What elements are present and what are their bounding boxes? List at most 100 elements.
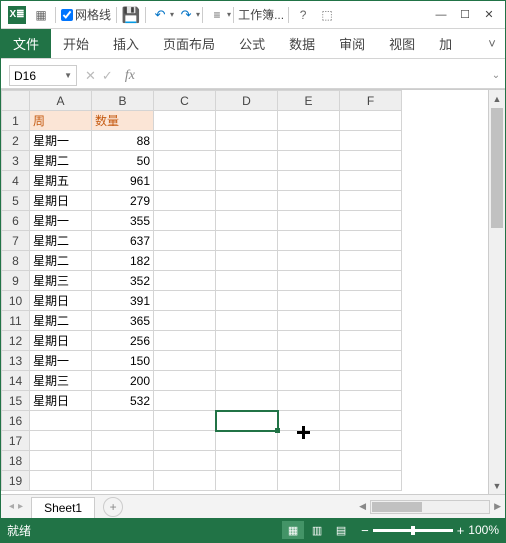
cell-B7[interactable]: 637	[92, 231, 154, 251]
app-switch-icon[interactable]: ▦	[32, 6, 50, 24]
cell-B15[interactable]: 532	[92, 391, 154, 411]
cell-B3[interactable]: 50	[92, 151, 154, 171]
gridlines-check-input[interactable]	[61, 9, 73, 21]
horizontal-scrollbar[interactable]	[370, 500, 490, 514]
formula-input[interactable]	[141, 65, 481, 86]
sheet-nav-first-icon[interactable]: ◂	[9, 501, 14, 512]
cell-A3[interactable]: 星期二	[30, 151, 92, 171]
cell-F12[interactable]	[340, 331, 402, 351]
name-box[interactable]: D16 ▼	[9, 65, 77, 86]
cell-F8[interactable]	[340, 251, 402, 271]
cell-A5[interactable]: 星期日	[30, 191, 92, 211]
close-button[interactable]: ✕	[477, 5, 501, 25]
cell-E16[interactable]	[278, 411, 340, 431]
cell-C11[interactable]	[154, 311, 216, 331]
row-header-12[interactable]: 12	[2, 331, 30, 351]
cell-C3[interactable]	[154, 151, 216, 171]
cell-A18[interactable]	[30, 451, 92, 471]
cell-B10[interactable]: 391	[92, 291, 154, 311]
cell-A19[interactable]	[30, 471, 92, 491]
cell-A16[interactable]	[30, 411, 92, 431]
minimize-button[interactable]: —	[429, 5, 453, 25]
list-icon[interactable]: ≡	[208, 6, 226, 24]
cell-E9[interactable]	[278, 271, 340, 291]
row-header-16[interactable]: 16	[2, 411, 30, 431]
cell-D5[interactable]	[216, 191, 278, 211]
scroll-down-icon[interactable]: ▼	[489, 477, 505, 494]
row-header-11[interactable]: 11	[2, 311, 30, 331]
row-header-10[interactable]: 10	[2, 291, 30, 311]
cell-D1[interactable]	[216, 111, 278, 131]
cell-C14[interactable]	[154, 371, 216, 391]
cell-E10[interactable]	[278, 291, 340, 311]
gridlines-checkbox[interactable]: 网格线	[61, 6, 111, 23]
cell-C12[interactable]	[154, 331, 216, 351]
cell-E15[interactable]	[278, 391, 340, 411]
cell-B2[interactable]: 88	[92, 131, 154, 151]
cell-D8[interactable]	[216, 251, 278, 271]
cell-E7[interactable]	[278, 231, 340, 251]
cell-D19[interactable]	[216, 471, 278, 491]
expand-formula-icon[interactable]: ⌄	[487, 63, 505, 88]
cell-D11[interactable]	[216, 311, 278, 331]
save-icon[interactable]: 💾	[122, 6, 140, 24]
cell-E13[interactable]	[278, 351, 340, 371]
cell-C16[interactable]	[154, 411, 216, 431]
cell-F9[interactable]	[340, 271, 402, 291]
cell-E18[interactable]	[278, 451, 340, 471]
sheet-tab-1[interactable]: Sheet1	[31, 497, 95, 518]
cell-F13[interactable]	[340, 351, 402, 371]
tab-view[interactable]: 视图	[377, 29, 427, 58]
row-header-8[interactable]: 8	[2, 251, 30, 271]
cell-D6[interactable]	[216, 211, 278, 231]
cell-E14[interactable]	[278, 371, 340, 391]
zoom-slider[interactable]	[373, 529, 453, 532]
cell-C10[interactable]	[154, 291, 216, 311]
cell-F17[interactable]	[340, 431, 402, 451]
cell-B18[interactable]	[92, 451, 154, 471]
cell-B1[interactable]: 数量	[92, 111, 154, 131]
cell-A1[interactable]: 周	[30, 111, 92, 131]
zoom-in-button[interactable]: +	[457, 523, 465, 538]
cell-B16[interactable]	[92, 411, 154, 431]
cell-F14[interactable]	[340, 371, 402, 391]
cell-C13[interactable]	[154, 351, 216, 371]
cell-D3[interactable]	[216, 151, 278, 171]
cell-B13[interactable]: 150	[92, 351, 154, 371]
cell-B5[interactable]: 279	[92, 191, 154, 211]
row-header-7[interactable]: 7	[2, 231, 30, 251]
cell-D7[interactable]	[216, 231, 278, 251]
tab-insert[interactable]: 插入	[101, 29, 151, 58]
fx-icon[interactable]: fx	[125, 68, 135, 84]
cell-C15[interactable]	[154, 391, 216, 411]
cell-A14[interactable]: 星期三	[30, 371, 92, 391]
scroll-up-icon[interactable]: ▲	[489, 90, 505, 107]
cell-D9[interactable]	[216, 271, 278, 291]
cell-A13[interactable]: 星期一	[30, 351, 92, 371]
cell-A7[interactable]: 星期二	[30, 231, 92, 251]
cell-C4[interactable]	[154, 171, 216, 191]
cell-A15[interactable]: 星期日	[30, 391, 92, 411]
cell-A9[interactable]: 星期三	[30, 271, 92, 291]
cell-D16[interactable]	[216, 411, 278, 431]
cell-B6[interactable]: 355	[92, 211, 154, 231]
row-header-13[interactable]: 13	[2, 351, 30, 371]
col-header-C[interactable]: C	[154, 91, 216, 111]
col-header-E[interactable]: E	[278, 91, 340, 111]
cell-D18[interactable]	[216, 451, 278, 471]
cell-F1[interactable]	[340, 111, 402, 131]
page-layout-view-icon[interactable]: ▥	[306, 521, 328, 539]
col-header-B[interactable]: B	[92, 91, 154, 111]
cell-F16[interactable]	[340, 411, 402, 431]
vertical-scrollbar[interactable]: ▲ ▼	[488, 90, 505, 494]
cell-B12[interactable]: 256	[92, 331, 154, 351]
row-header-15[interactable]: 15	[2, 391, 30, 411]
cell-F2[interactable]	[340, 131, 402, 151]
cell-B4[interactable]: 961	[92, 171, 154, 191]
cell-A6[interactable]: 星期一	[30, 211, 92, 231]
cell-E6[interactable]	[278, 211, 340, 231]
cell-D12[interactable]	[216, 331, 278, 351]
cell-C6[interactable]	[154, 211, 216, 231]
cell-C5[interactable]	[154, 191, 216, 211]
cell-B9[interactable]: 352	[92, 271, 154, 291]
